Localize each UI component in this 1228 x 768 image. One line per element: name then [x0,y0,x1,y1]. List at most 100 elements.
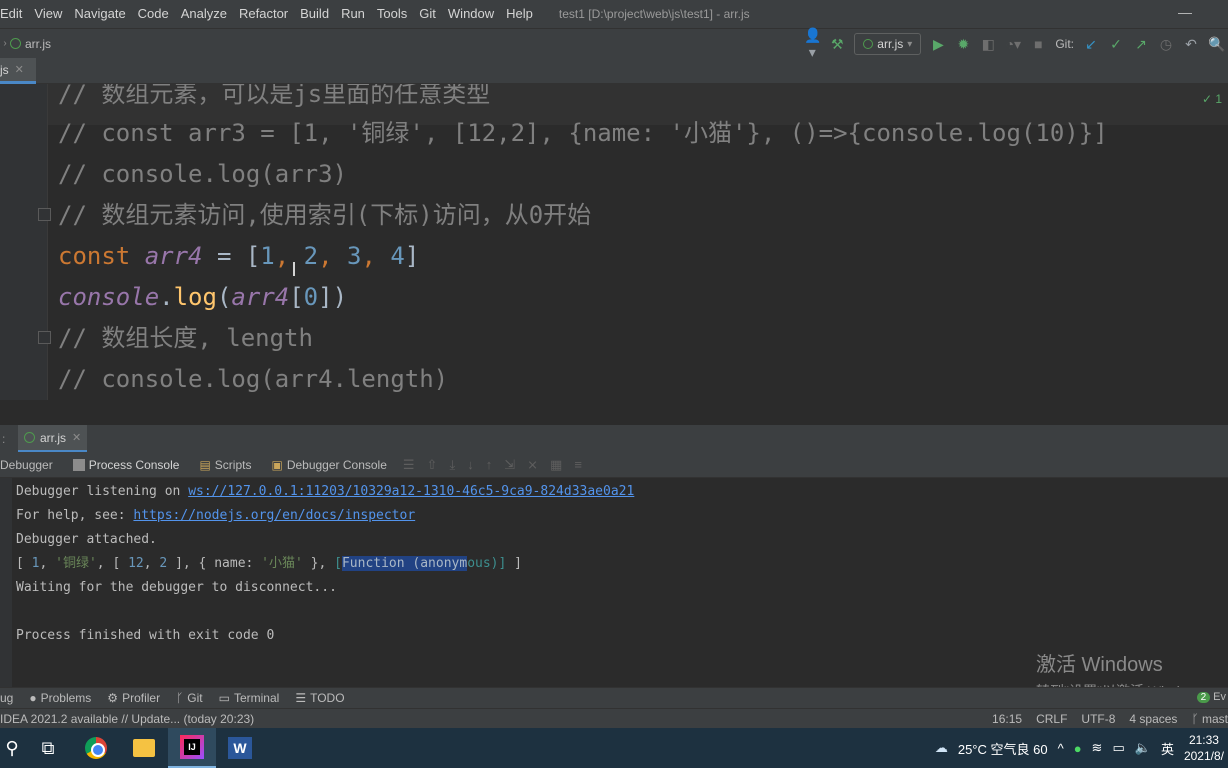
menu-refactor[interactable]: Refactor [233,0,294,28]
number-literal: 0 [303,283,319,311]
close-icon[interactable]: ✕ [72,431,81,444]
evaluate-icon[interactable]: ⨯ [527,457,538,473]
console-text: }, [302,556,335,571]
minimize-icon[interactable]: — [1178,4,1192,20]
update-notification[interactable]: IDEA 2021.2 available // Update... (toda… [0,712,254,726]
menu-help[interactable]: Help [500,0,539,28]
menu-view[interactable]: View [28,0,68,28]
run-tool-window-header: : arr.js ✕ [0,424,1228,453]
token-bracket: ]) [318,283,348,311]
code-line-7: // 数组长度, length [58,324,313,352]
code-editor[interactable]: ✓ 1 // 数组元素，可以是js里面的任意类型 // const arr3 =… [0,84,1228,400]
build-hammer-icon[interactable]: ⚒ [829,36,845,53]
inspector-docs-link[interactable]: https://nodejs.org/en/docs/inspector [133,508,415,523]
breadcrumb[interactable]: › arr.js [0,37,51,51]
run-icon[interactable]: ▶ [930,36,946,53]
word-icon[interactable]: W [216,728,264,768]
settings-lines-icon[interactable]: ≡ [574,457,582,473]
run-tab-arr-js[interactable]: arr.js ✕ [18,425,88,453]
search-icon[interactable]: 🔍 [1208,36,1225,53]
step-into-icon[interactable]: ↓ [467,457,474,473]
menu-analyze[interactable]: Analyze [175,0,233,28]
rollback-icon[interactable]: ↶ [1183,36,1199,53]
menu-tools[interactable]: Tools [371,0,413,28]
system-tray: ☁ 25°C 空气良 60 ^ ● ≋ ▭ 🔈 英 21:33 2021/8/ [935,728,1228,768]
git-commit-icon[interactable]: ✓ [1108,36,1124,53]
menu-code[interactable]: Code [132,0,175,28]
menu-lines-icon[interactable]: ☰ [403,457,415,473]
chrome-icon[interactable] [72,728,120,768]
menu-window[interactable]: Window [442,0,500,28]
strip-problems[interactable]: ● Problems [21,691,99,705]
clock[interactable]: 21:33 2021/8/ [1184,732,1224,764]
strip-git-label: Git [187,691,203,705]
close-icon[interactable]: ✕ [15,63,24,76]
strip-profiler[interactable]: ⚙ Profiler [99,691,168,705]
menu-run[interactable]: Run [335,0,371,28]
editor-tab-arr-js[interactable]: js ✕ [0,58,36,84]
console-icon [72,458,85,471]
git-update-icon[interactable]: ↙ [1083,36,1099,53]
indent-setting[interactable]: 4 spaces [1129,712,1177,726]
menu-navigate[interactable]: Navigate [68,0,131,28]
inspection-ok-icon[interactable]: ✓ 1 [1202,92,1222,106]
caret-position[interactable]: 16:15 [992,712,1022,726]
run-to-cursor-icon[interactable]: ⇲ [504,457,515,473]
battery-icon[interactable]: ▭ [1112,740,1124,756]
editor-gutter [0,84,48,400]
tab-scripts[interactable]: ▤ Scripts [189,452,261,478]
user-icon[interactable]: 👤▾ [804,27,821,61]
strip-profiler-label: Profiler [122,691,161,705]
strip-terminal-label: Terminal [233,691,280,705]
chevron-up-icon[interactable]: ^ [1058,741,1064,756]
tab-debugger[interactable]: Debugger [0,452,63,478]
volume-icon[interactable]: 🔈 [1135,740,1151,756]
line-separator[interactable]: CRLF [1036,712,1067,726]
fold-marker-icon[interactable] [38,331,51,344]
weather-text[interactable]: 25°C 空气良 60 [958,739,1048,758]
step-out-icon[interactable]: ↑ [486,457,493,473]
tab-debugger-console[interactable]: ▣ Debugger Console [261,452,396,478]
search-icon[interactable]: ⚲ [0,728,24,768]
wifi-icon[interactable]: ≋ [1092,740,1103,756]
menu-build[interactable]: Build [294,0,335,28]
console-text: [ [16,556,32,571]
wechat-icon[interactable]: ● [1074,741,1082,756]
console-text: ] [506,556,522,571]
strip-debug[interactable]: ug [0,691,21,705]
status-bar: IDEA 2021.2 available // Update... (toda… [0,708,1228,728]
console-line-5: Waiting for the debugger to disconnect..… [16,580,337,595]
show-execution-point-icon[interactable]: ⇧ [427,457,438,473]
debug-icon[interactable]: ✹ [955,36,971,53]
menu-git[interactable]: Git [413,0,442,28]
strip-todo[interactable]: ☰ TODO [287,691,352,705]
task-view-icon[interactable]: ⧉ [24,728,72,768]
fold-marker-icon[interactable] [38,208,51,221]
profile-icon[interactable]: ◔▾ [1005,36,1021,53]
clock-time: 21:33 [1188,733,1219,747]
step-over-icon[interactable]: ⤓ [449,457,455,473]
tab-debugger-console-label: Debugger Console [286,457,387,472]
git-label: Git: [1055,37,1074,51]
strip-problems-label: Problems [40,691,92,705]
event-log[interactable]: 2 Ev [1196,691,1226,703]
console-text: , [143,556,160,571]
table-icon[interactable]: ▦ [550,457,562,473]
git-history-icon[interactable]: ◷ [1158,36,1174,53]
input-method[interactable]: 英 [1161,739,1174,758]
stop-icon[interactable]: ■ [1030,36,1046,52]
menu-edit[interactable]: Edit [0,0,28,28]
git-branch[interactable]: ᚴ mast [1191,712,1228,726]
strip-terminal[interactable]: ▭ Terminal [211,691,288,705]
run-configuration-select[interactable]: arr.js ▾ [854,33,922,55]
token-comma: , [274,242,304,270]
coverage-icon[interactable]: ◧ [980,36,996,53]
file-explorer-icon[interactable] [120,728,168,768]
file-encoding[interactable]: UTF-8 [1081,712,1115,726]
strip-git[interactable]: ᚴ Git [168,691,211,705]
ws-link[interactable]: ws://127.0.0.1:11203/10329a12-1310-46c5-… [188,484,634,499]
tab-process-console[interactable]: Process Console [63,452,190,478]
git-push-icon[interactable]: ↗ [1133,36,1149,53]
intellij-idea-icon[interactable]: IJ [168,728,216,768]
weather-icon[interactable]: ☁ [935,740,948,756]
